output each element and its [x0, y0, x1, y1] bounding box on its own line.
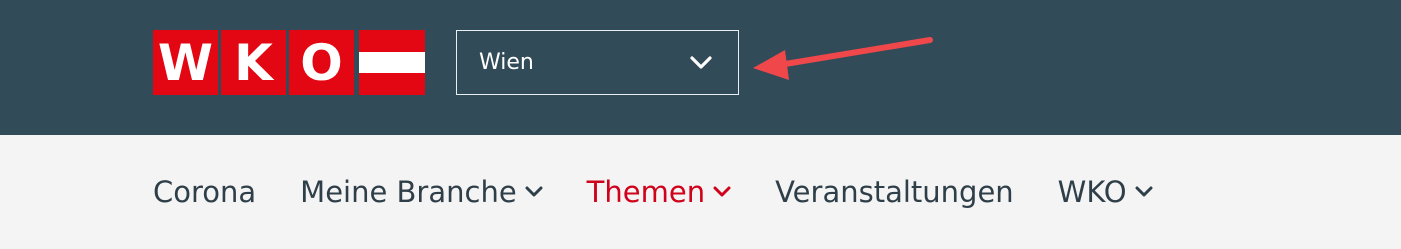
- nav-item-label: Themen: [586, 175, 706, 209]
- chevron-down-icon: [525, 186, 543, 197]
- wko-logo[interactable]: W K O: [153, 30, 425, 96]
- nav-item-label: WKO: [1057, 175, 1127, 209]
- nav-item-corona[interactable]: Corona: [153, 170, 256, 214]
- logo-letter-o: O: [289, 30, 354, 95]
- nav-item-label: Meine Branche: [300, 175, 517, 209]
- main-nav: Corona Meine Branche Themen Veranstaltun…: [153, 170, 1153, 214]
- nav-item-label: Veranstaltungen: [775, 175, 1014, 209]
- chevron-down-icon: [690, 55, 712, 69]
- region-select[interactable]: Wien: [456, 30, 739, 95]
- logo-letter-k: K: [221, 30, 286, 95]
- chevron-down-icon: [713, 186, 731, 197]
- nav-item-label: Corona: [153, 175, 257, 209]
- austrian-flag-icon: [359, 30, 425, 96]
- nav-item-wko[interactable]: WKO: [1058, 170, 1153, 214]
- nav-item-veranstaltungen[interactable]: Veranstaltungen: [775, 170, 1014, 214]
- chevron-down-icon: [1135, 186, 1153, 197]
- arrow-icon: [753, 37, 933, 80]
- site-header: W K O Wien: [0, 0, 1401, 135]
- nav-item-themen[interactable]: Themen: [587, 170, 731, 214]
- nav-item-meine-branche[interactable]: Meine Branche: [300, 170, 543, 214]
- region-select-value: Wien: [479, 50, 534, 75]
- logo-letter-w: W: [153, 30, 218, 95]
